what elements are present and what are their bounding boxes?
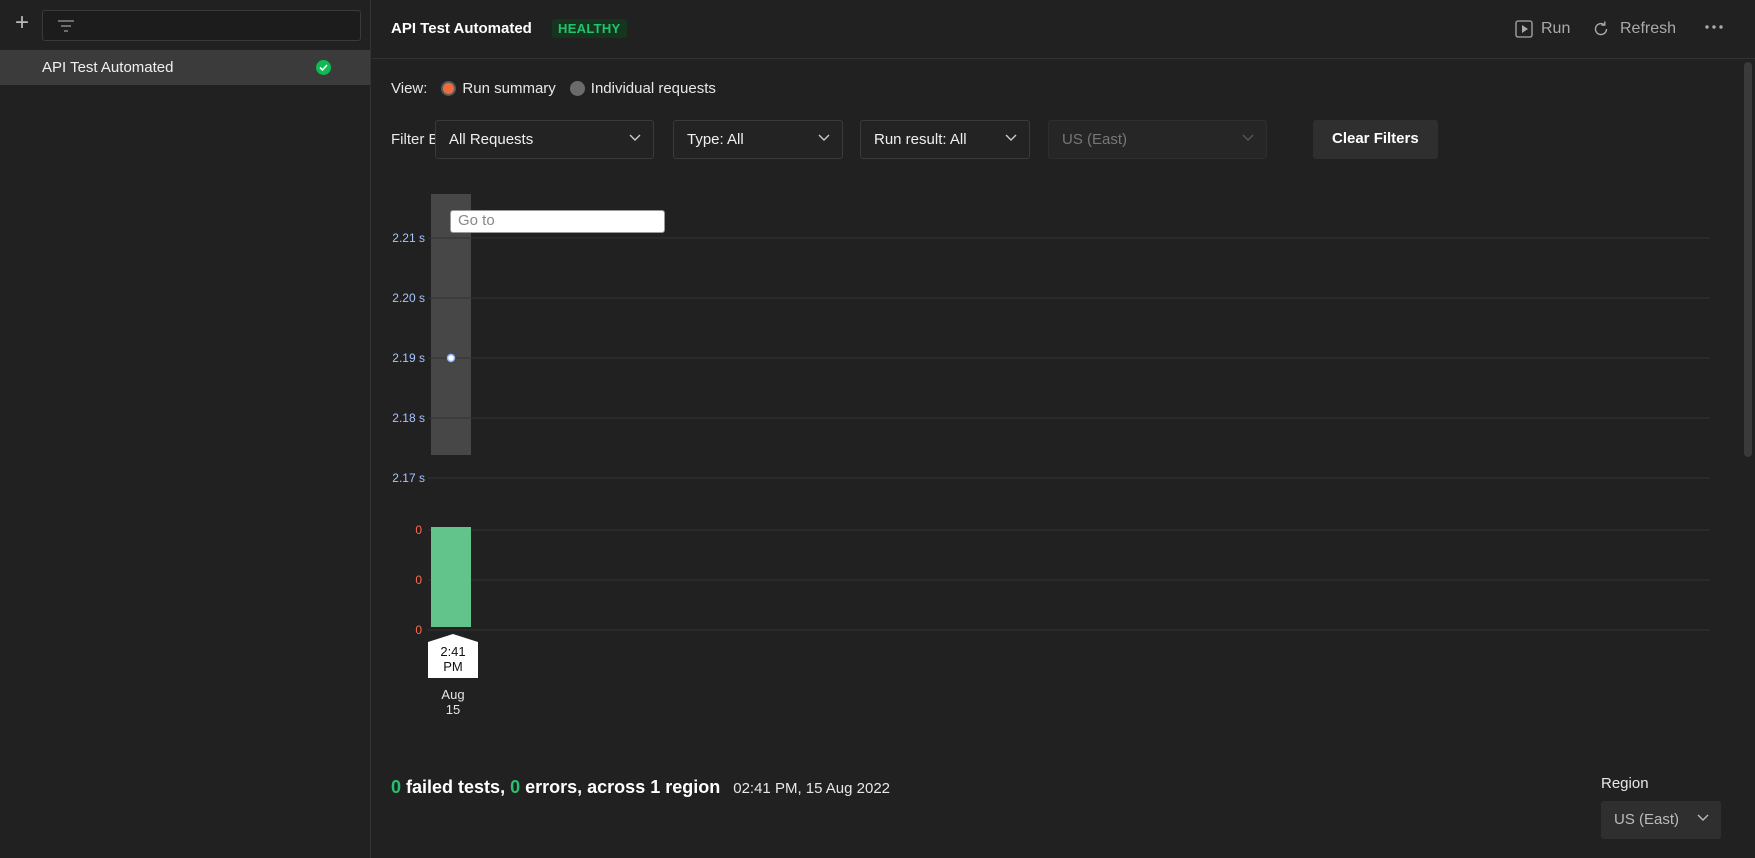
goto-input[interactable]: Go to xyxy=(450,210,665,233)
radio-unselected-icon xyxy=(569,81,585,96)
y-tick-label: 2.21 s xyxy=(392,231,425,245)
view-option-individual-requests[interactable]: Individual requests xyxy=(569,80,716,97)
chevron-down-icon xyxy=(629,134,641,141)
type-filter-dropdown[interactable]: Type: All xyxy=(673,120,843,159)
run-result-filter-dropdown[interactable]: Run result: All xyxy=(860,120,1030,159)
run-button[interactable]: Run xyxy=(1515,18,1570,40)
view-option-run-summary[interactable]: Run summary xyxy=(441,80,556,97)
refresh-label: Refresh xyxy=(1620,20,1677,37)
view-selector: View: Run summary Individual requests xyxy=(391,80,716,97)
chevron-down-icon xyxy=(818,134,830,141)
failed-text: failed tests, xyxy=(406,777,506,797)
response-time-column xyxy=(431,194,471,455)
date-label: Aug 15 xyxy=(428,687,478,717)
monitor-header: API Test Automated HEALTHY Run Refresh xyxy=(372,0,1755,59)
play-icon xyxy=(1515,20,1533,38)
filter-bar: Filter By: All Requests Type: All Run re… xyxy=(391,120,1491,159)
check-circle-icon xyxy=(316,60,331,75)
time-marker-period: PM xyxy=(443,659,463,674)
page-title: API Test Automated xyxy=(391,20,532,37)
date-label-day: 15 xyxy=(445,702,461,717)
y-tick-label: 2.17 s xyxy=(392,471,425,485)
requests-filter-value: All Requests xyxy=(449,131,534,148)
sidebar-item-monitor[interactable]: API Test Automated xyxy=(0,50,370,85)
summary-timestamp: 02:41 PM, 15 Aug 2022 xyxy=(733,780,891,797)
radio-selected-icon xyxy=(441,81,457,96)
y-tick-label: 2.19 s xyxy=(392,351,425,365)
requests-filter-dropdown[interactable]: All Requests xyxy=(435,120,654,159)
filter-icon xyxy=(58,20,74,32)
refresh-icon xyxy=(1594,21,1608,36)
view-option-label: Run summary xyxy=(462,80,556,97)
time-marker-label: 2:41 PM xyxy=(428,644,478,674)
run-result-bar xyxy=(431,527,471,627)
view-label: View: xyxy=(391,80,428,97)
sidebar-filter-input[interactable] xyxy=(42,10,361,41)
sidebar-item-label: API Test Automated xyxy=(42,59,174,76)
sidebar-toolbar: + xyxy=(0,0,371,50)
run-label: Run xyxy=(1541,20,1571,37)
date-label-month: Aug xyxy=(441,687,465,702)
status-badge: HEALTHY xyxy=(552,19,627,38)
sidebar: + API Test Automated xyxy=(0,0,371,858)
time-marker[interactable]: 2:41 PM xyxy=(428,634,478,678)
time-marker-hour: 2:41 xyxy=(440,644,466,659)
add-icon[interactable]: + xyxy=(10,11,34,36)
chevron-down-icon xyxy=(1697,814,1709,821)
region-dropdown[interactable]: US (East) xyxy=(1601,801,1721,839)
refresh-button[interactable]: Refresh xyxy=(1592,18,1676,40)
more-options-icon[interactable] xyxy=(1704,18,1728,40)
run-result-filter-value: Run result: All xyxy=(874,131,967,148)
failure-tick-label: 0 xyxy=(415,523,422,537)
region-dropdown-value: US (East) xyxy=(1614,811,1680,828)
region-label: Region xyxy=(1601,775,1649,792)
main-panel: API Test Automated HEALTHY Run Refresh V… xyxy=(372,0,1755,858)
chevron-down-icon xyxy=(1005,134,1017,141)
type-filter-value: Type: All xyxy=(687,131,744,148)
chevron-down-icon xyxy=(1242,134,1254,141)
failed-count: 0 xyxy=(391,777,402,797)
chart-canvas: 2.21 s 2.20 s 2.19 s 2.18 s 2.17 s 0 0 0 xyxy=(392,194,1710,637)
region-filter-value: US (East) xyxy=(1062,131,1128,148)
failure-tick-label: 0 xyxy=(415,573,422,587)
response-time-point xyxy=(446,353,456,363)
region-filter-dropdown: US (East) xyxy=(1048,120,1267,159)
y-tick-label: 2.18 s xyxy=(392,411,425,425)
scrollbar[interactable] xyxy=(1744,62,1752,457)
run-summary-text: 0 failed tests, 0 errors, across 1 regio… xyxy=(391,777,890,798)
y-tick-label: 2.20 s xyxy=(392,291,425,305)
clear-filters-button[interactable]: Clear Filters xyxy=(1313,120,1438,159)
error-text: errors, across 1 region xyxy=(525,777,721,797)
failure-tick-label: 0 xyxy=(415,623,422,637)
view-option-label: Individual requests xyxy=(590,80,716,97)
run-chart: 2.21 s 2.20 s 2.19 s 2.18 s 2.17 s000 Go to … xyxy=(372,180,1755,720)
error-count: 0 xyxy=(510,777,521,797)
